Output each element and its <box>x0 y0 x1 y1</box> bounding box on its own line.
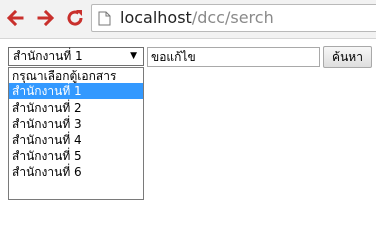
url-path: /dcc/serch <box>191 8 274 27</box>
address-bar[interactable]: localhost/dcc/serch <box>91 4 376 32</box>
url-text: localhost/dcc/serch <box>120 8 274 28</box>
dropdown-option[interactable]: สำนักงานที่ 3 <box>9 116 143 132</box>
page-icon <box>98 11 111 26</box>
browser-toolbar: localhost/dcc/serch <box>0 0 376 39</box>
dropdown-option[interactable]: สำนักงานที่ 4 <box>9 132 143 148</box>
search-button[interactable]: ค้นหา <box>323 46 372 68</box>
dropdown-arrow-icon: ▼ <box>130 51 137 61</box>
reload-button[interactable] <box>64 7 86 29</box>
page-content: สำนักงานที่ 1 ▼ ขอแก้ไข ค้นหา กรุณาเลือก… <box>0 39 376 200</box>
office-select[interactable]: สำนักงานที่ 1 ▼ <box>8 47 144 66</box>
dropdown-option[interactable]: สำนักงานที่ 2 <box>9 100 143 116</box>
dropdown-option-selected[interactable]: สำนักงานที่ 1 <box>9 83 143 99</box>
dropdown-option[interactable]: สำนักงานที่ 6 <box>9 164 143 180</box>
forward-button[interactable] <box>35 7 57 29</box>
search-text-input[interactable]: ขอแก้ไข <box>147 47 320 67</box>
dropdown-option[interactable]: กรุณาเลือกตู้เอกสาร <box>9 68 143 84</box>
forward-arrow-icon <box>37 9 55 27</box>
office-select-value: สำนักงานที่ 1 <box>13 49 83 63</box>
back-button[interactable] <box>4 7 26 29</box>
office-dropdown-list: กรุณาเลือกตู้เอกสาร สำนักงานที่ 1 สำนักง… <box>8 67 144 200</box>
dropdown-option[interactable]: สำนักงานที่ 5 <box>9 148 143 164</box>
back-arrow-icon <box>6 9 24 27</box>
reload-icon <box>67 10 83 26</box>
url-host: localhost <box>120 8 192 27</box>
